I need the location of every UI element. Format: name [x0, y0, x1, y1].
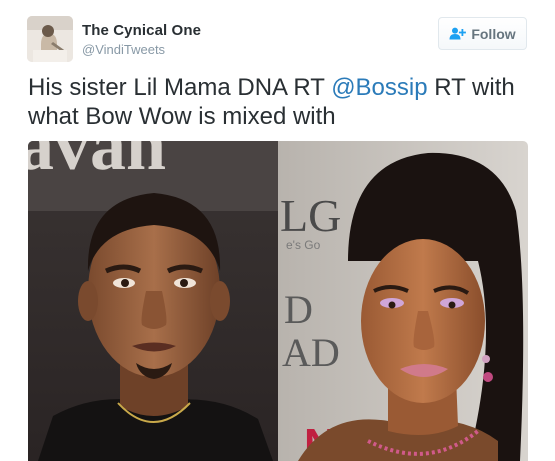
mention-link[interactable]: @Bossip	[331, 74, 427, 101]
backdrop-letter: LG	[280, 190, 341, 241]
tweet-text: His sister Lil Mama DNA RT @Bossip RT wi…	[28, 73, 533, 131]
tweet-photo[interactable]: avan LG e's Go D AD	[28, 141, 528, 461]
left-photo-panel: avan	[28, 141, 278, 461]
backdrop-letter: e's Go	[286, 238, 321, 252]
avatar-image	[27, 16, 73, 62]
backdrop-letter: D	[284, 287, 313, 332]
right-photo-panel: LG e's Go D AD NK	[278, 141, 528, 461]
follow-button[interactable]: Follow	[438, 17, 527, 50]
avatar[interactable]	[27, 16, 73, 62]
tweet-text-part: His sister Lil Mama DNA RT	[28, 74, 332, 101]
follow-button-label: Follow	[471, 25, 516, 42]
add-user-icon	[449, 27, 467, 40]
backdrop-letter: AD	[282, 330, 340, 375]
author-handle[interactable]: @VindiTweets	[82, 42, 165, 57]
left-backdrop-text: avan	[28, 141, 166, 185]
author-name[interactable]: The Cynical One	[82, 22, 201, 39]
tweet-card: The Cynical One @VindiTweets Follow His …	[0, 0, 555, 461]
